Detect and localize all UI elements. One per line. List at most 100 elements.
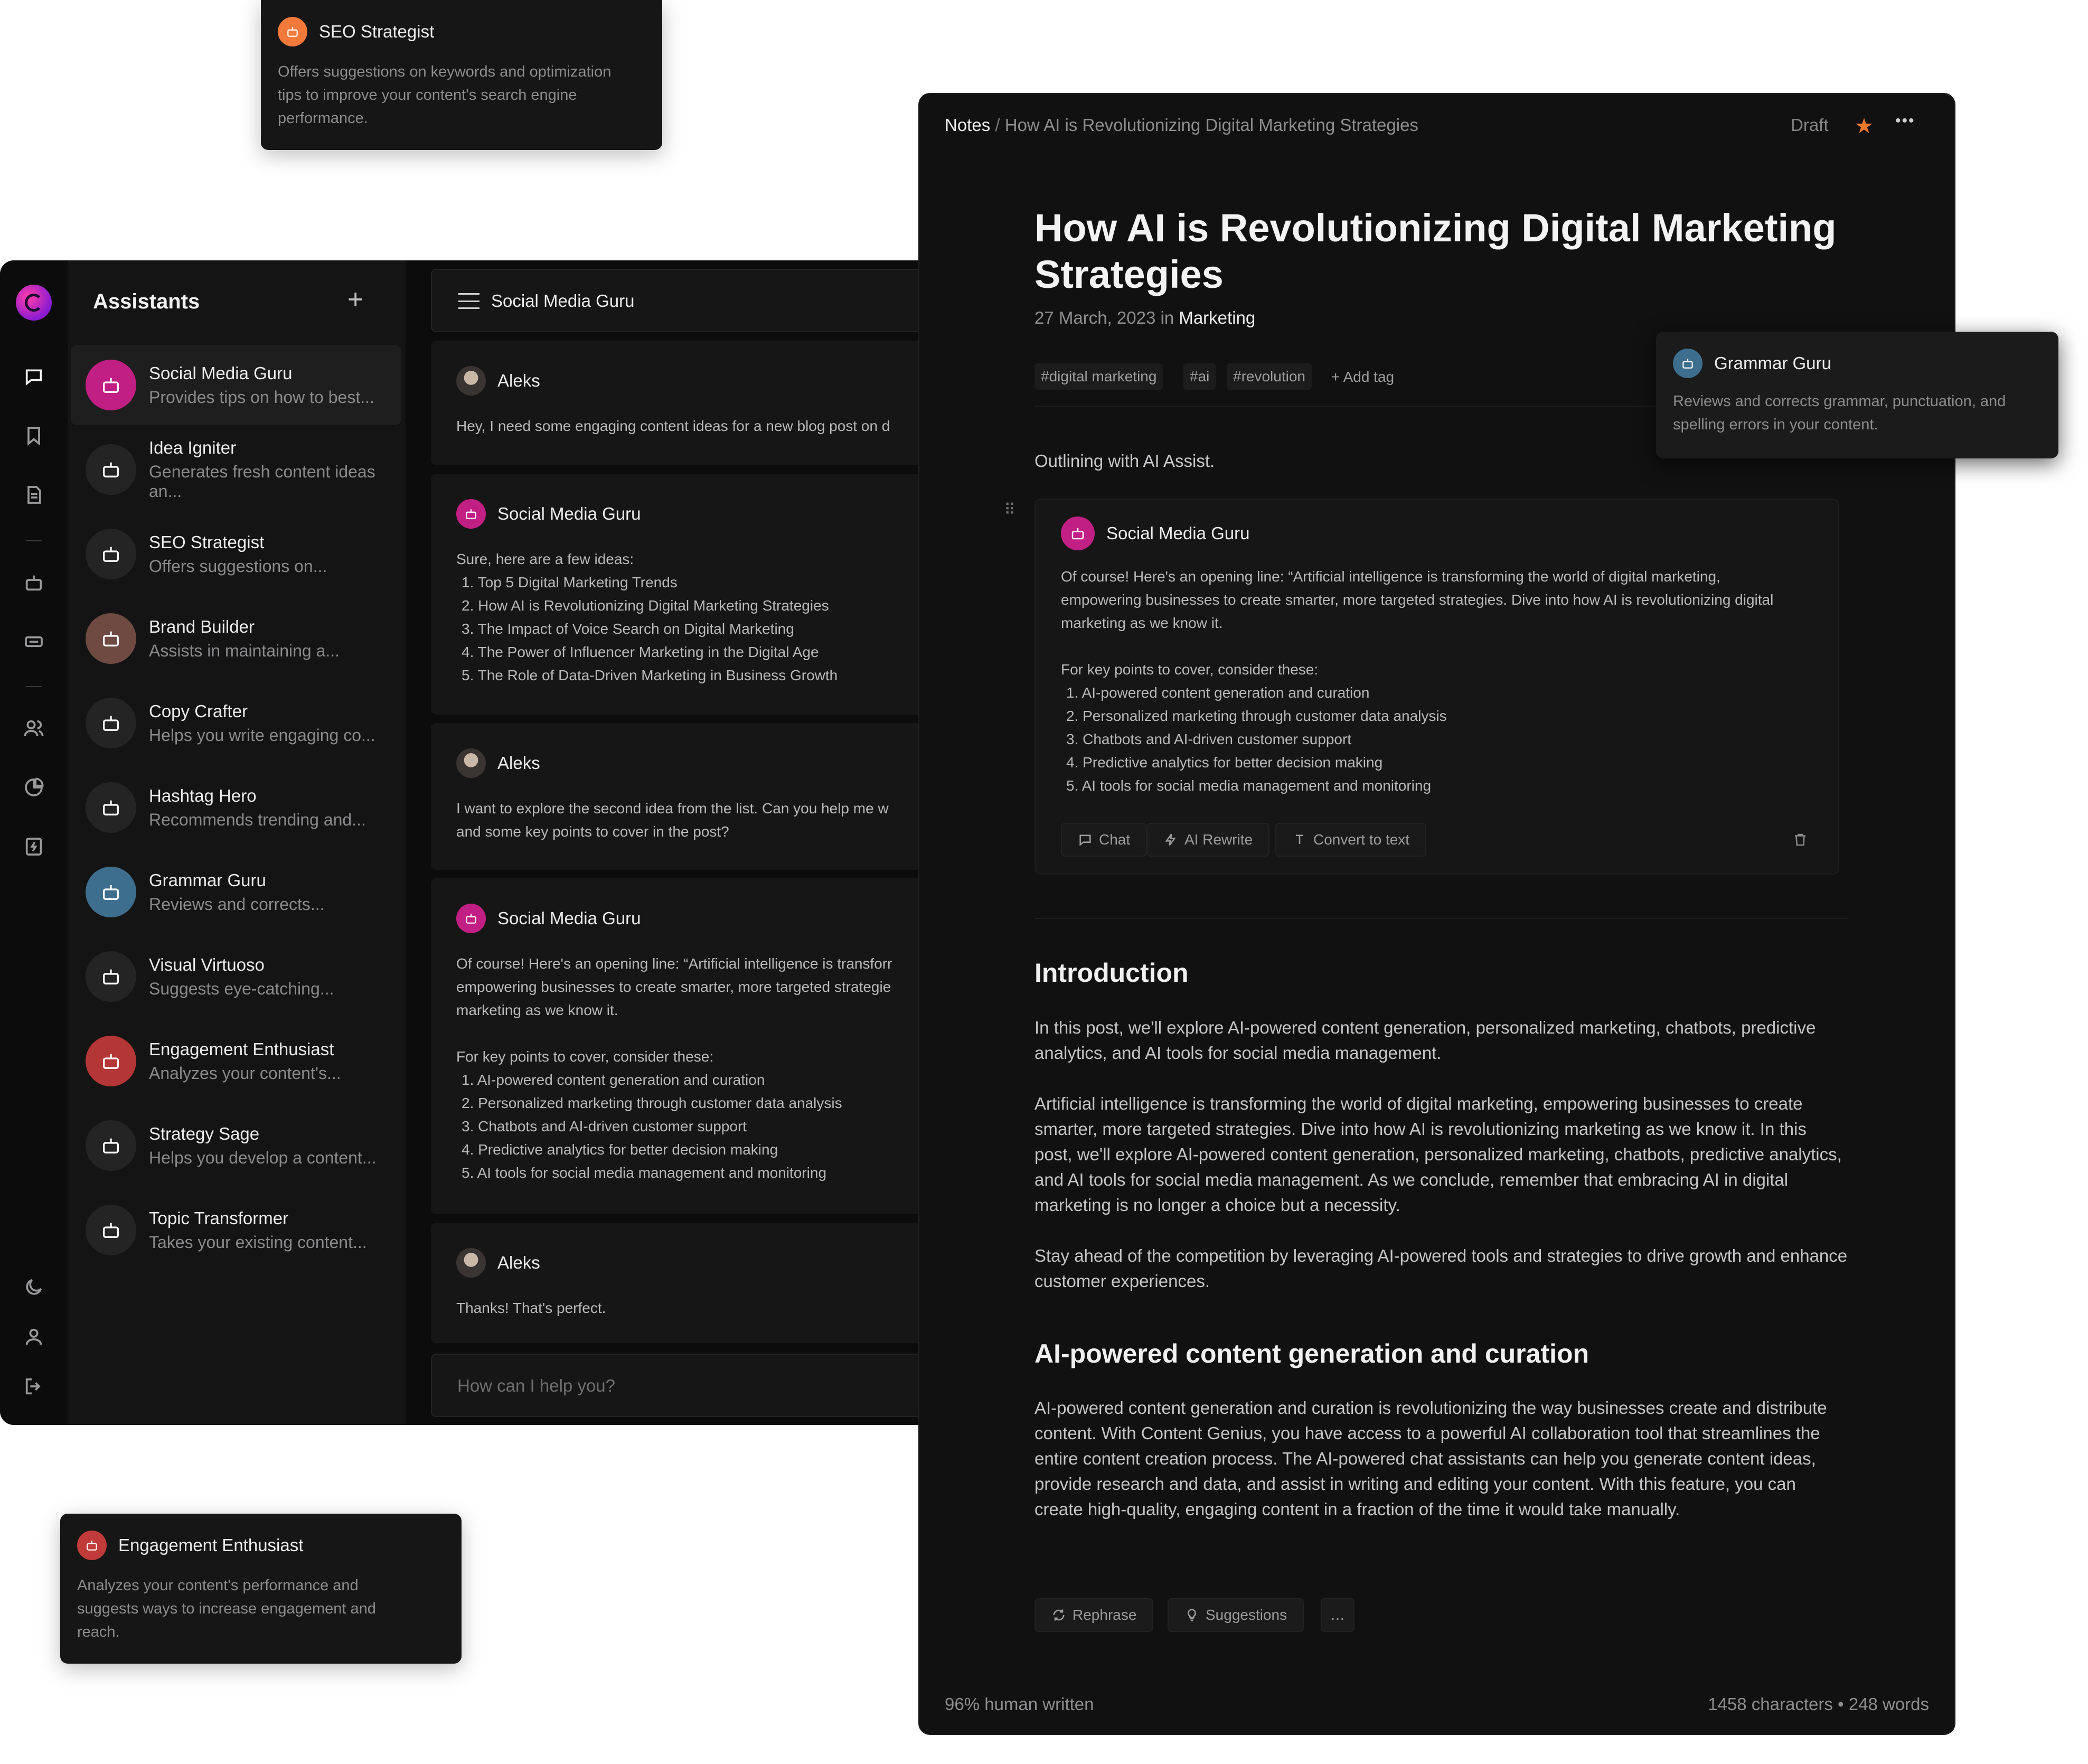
tooltip-title: Engagement Enthusiast bbox=[118, 1535, 304, 1555]
robot-icon bbox=[86, 360, 136, 410]
assistant-text: Social Media Guru Provides tips on how to… bbox=[149, 363, 374, 407]
chat-message: Social Media Guru Sure, here are a few id… bbox=[431, 474, 921, 715]
chat-button-label: Chat bbox=[1099, 831, 1131, 848]
bookmark-icon[interactable] bbox=[20, 422, 48, 449]
ai-card-line bbox=[1061, 635, 1773, 658]
lightning-icon bbox=[1165, 833, 1176, 846]
tag-ai[interactable]: #ai bbox=[1183, 363, 1216, 390]
message-author: Aleks bbox=[497, 1253, 540, 1272]
message-line: For key points to cover, consider these: bbox=[456, 1048, 714, 1065]
ai-assist-card: Social Media Guru Of course! Here's an o… bbox=[1034, 499, 1839, 875]
tag-revolution[interactable]: #revolution bbox=[1227, 363, 1312, 390]
robot-icon[interactable] bbox=[20, 569, 48, 596]
users-icon[interactable] bbox=[20, 715, 48, 742]
chat-message: Aleks Hey, I need some engaging content i… bbox=[431, 341, 921, 465]
robot-icon bbox=[86, 782, 136, 833]
more-actions-button[interactable]: … bbox=[1321, 1598, 1355, 1632]
rephrase-button[interactable]: Rephrase bbox=[1034, 1598, 1154, 1632]
assistant-item[interactable]: Brand Builder Assists in maintaining a... bbox=[71, 598, 401, 679]
chat-bubble-icon bbox=[1079, 834, 1091, 847]
suggestions-label: Suggestions bbox=[1206, 1607, 1287, 1623]
assistant-item[interactable]: SEO Strategist Offers suggestions on... bbox=[71, 514, 401, 594]
seo-strategist-tooltip: SEO Strategist Offers suggestions on key… bbox=[261, 0, 662, 150]
assistant-text: Engagement Enthusiast Analyzes your conte… bbox=[149, 1039, 341, 1083]
app-logo[interactable] bbox=[16, 285, 52, 321]
assistant-description: Helps you develop a content... bbox=[149, 1148, 377, 1167]
assistant-description: Reviews and corrects... bbox=[149, 894, 325, 914]
assistants-title: Assistants bbox=[93, 290, 200, 313]
robot-icon bbox=[86, 529, 136, 579]
ai-card-name: Social Media Guru bbox=[1106, 523, 1250, 543]
convert-to-text-button[interactable]: Convert to text bbox=[1275, 823, 1427, 857]
keyboard-icon[interactable] bbox=[20, 628, 48, 655]
assistant-item[interactable]: Idea Igniter Generates fresh content idea… bbox=[71, 429, 401, 510]
trash-icon[interactable] bbox=[1785, 825, 1815, 855]
ai-card-line: 2. Personalized marketing through custom… bbox=[1066, 708, 1447, 724]
assistant-text: Visual Virtuoso Suggests eye-catching... bbox=[149, 955, 334, 999]
message-line: Hey, I need some engaging content ideas … bbox=[456, 418, 890, 434]
lightbulb-icon bbox=[1188, 1609, 1196, 1621]
human-written-score: 96% human written bbox=[945, 1694, 1094, 1714]
assistant-name: SEO Strategist bbox=[149, 532, 265, 552]
robot-icon bbox=[1673, 349, 1703, 378]
message-line: marketing as we know it. bbox=[456, 1002, 618, 1018]
assistant-name: Copy Crafter bbox=[149, 701, 248, 721]
assistant-item[interactable]: Copy Crafter Helps you write engaging co.… bbox=[71, 683, 401, 763]
chat-message: Aleks Thanks! That's perfect. bbox=[431, 1223, 921, 1343]
assistant-item[interactable]: Engagement Enthusiast Analyzes your conte… bbox=[71, 1021, 401, 1101]
assistant-item[interactable]: Visual Virtuoso Suggests eye-catching... bbox=[71, 936, 401, 1017]
section-heading: Introduction bbox=[1034, 958, 1189, 988]
app-window: Assistants + Social Media Guru Provides t… bbox=[0, 260, 921, 1425]
add-assistant-button[interactable]: + bbox=[347, 284, 363, 315]
chat-button[interactable]: Chat bbox=[1061, 823, 1148, 857]
spark-icon[interactable] bbox=[20, 833, 48, 860]
note-date-in: in bbox=[1160, 308, 1174, 327]
rail-divider bbox=[26, 540, 42, 541]
section-heading: AI-powered content generation and curati… bbox=[1034, 1339, 1589, 1368]
assistant-text: Grammar Guru Reviews and corrects... bbox=[149, 870, 325, 914]
more-options-icon[interactable]: ••• bbox=[1895, 112, 1915, 130]
tag-digital-marketing[interactable]: #digital marketing bbox=[1034, 363, 1163, 390]
document-icon[interactable] bbox=[20, 481, 48, 509]
suggestions-button[interactable]: Suggestions bbox=[1168, 1598, 1304, 1632]
paragraph: Artificial intelligence is transforming … bbox=[1034, 1094, 1842, 1215]
ai-rewrite-label: AI Rewrite bbox=[1184, 831, 1253, 848]
ai-card-line: 4. Predictive analytics for better decis… bbox=[1066, 754, 1383, 771]
message-author: Social Media Guru bbox=[497, 908, 641, 928]
rail-divider bbox=[26, 686, 42, 687]
star-icon[interactable]: ★ bbox=[1855, 114, 1874, 138]
divider bbox=[1034, 918, 1848, 919]
logout-icon[interactable] bbox=[20, 1373, 48, 1400]
robot-icon bbox=[86, 444, 136, 495]
assistant-item[interactable]: Hashtag Hero Recommends trending and... bbox=[71, 767, 401, 848]
ai-rewrite-button[interactable]: AI Rewrite bbox=[1146, 823, 1270, 857]
assistant-text: Strategy Sage Helps you develop a content… bbox=[149, 1124, 377, 1168]
word-count: 1458 characters • 248 words bbox=[1708, 1694, 1929, 1714]
note-title: How AI is Revolutionizing Digital Market… bbox=[1034, 205, 1836, 298]
assistant-item[interactable]: Grammar Guru Reviews and corrects... bbox=[71, 852, 401, 932]
user-icon[interactable] bbox=[20, 1323, 48, 1350]
chat-bubble-icon[interactable] bbox=[20, 363, 48, 390]
assistant-item[interactable]: Strategy Sage Helps you develop a content… bbox=[71, 1105, 401, 1186]
message-line: 5. AI tools for social media management … bbox=[462, 1165, 827, 1181]
note-category[interactable]: Marketing bbox=[1179, 308, 1255, 327]
ai-card-line: Of course! Here's an opening line: “Arti… bbox=[1061, 568, 1720, 585]
assistant-item[interactable]: Social Media Guru Provides tips on how to… bbox=[71, 345, 401, 425]
paragraph: AI-powered content generation and curati… bbox=[1034, 1398, 1827, 1519]
add-tag-button[interactable]: + Add tag bbox=[1331, 369, 1394, 386]
robot-icon bbox=[86, 951, 136, 1002]
menu-icon[interactable] bbox=[458, 293, 479, 309]
message-line bbox=[456, 1022, 921, 1045]
note-date: 27 March, 2023 bbox=[1034, 308, 1156, 327]
message-line: Of course! Here's an opening line: “Arti… bbox=[456, 955, 892, 972]
assistant-item[interactable]: Topic Transformer Takes your existing con… bbox=[71, 1190, 401, 1270]
moon-icon[interactable] bbox=[20, 1273, 48, 1301]
chat-input[interactable]: How can I help you? bbox=[431, 1354, 921, 1417]
drag-handle-icon[interactable]: ⠿ bbox=[1004, 501, 1015, 519]
paragraph: In this post, we'll explore AI-powered c… bbox=[1034, 1018, 1816, 1063]
robot-icon bbox=[456, 499, 486, 529]
pie-chart-icon[interactable] bbox=[20, 774, 48, 801]
breadcrumb-notes[interactable]: Notes bbox=[945, 115, 990, 135]
chat-header: Social Media Guru bbox=[431, 269, 921, 332]
assistant-name: Brand Builder bbox=[149, 616, 255, 636]
